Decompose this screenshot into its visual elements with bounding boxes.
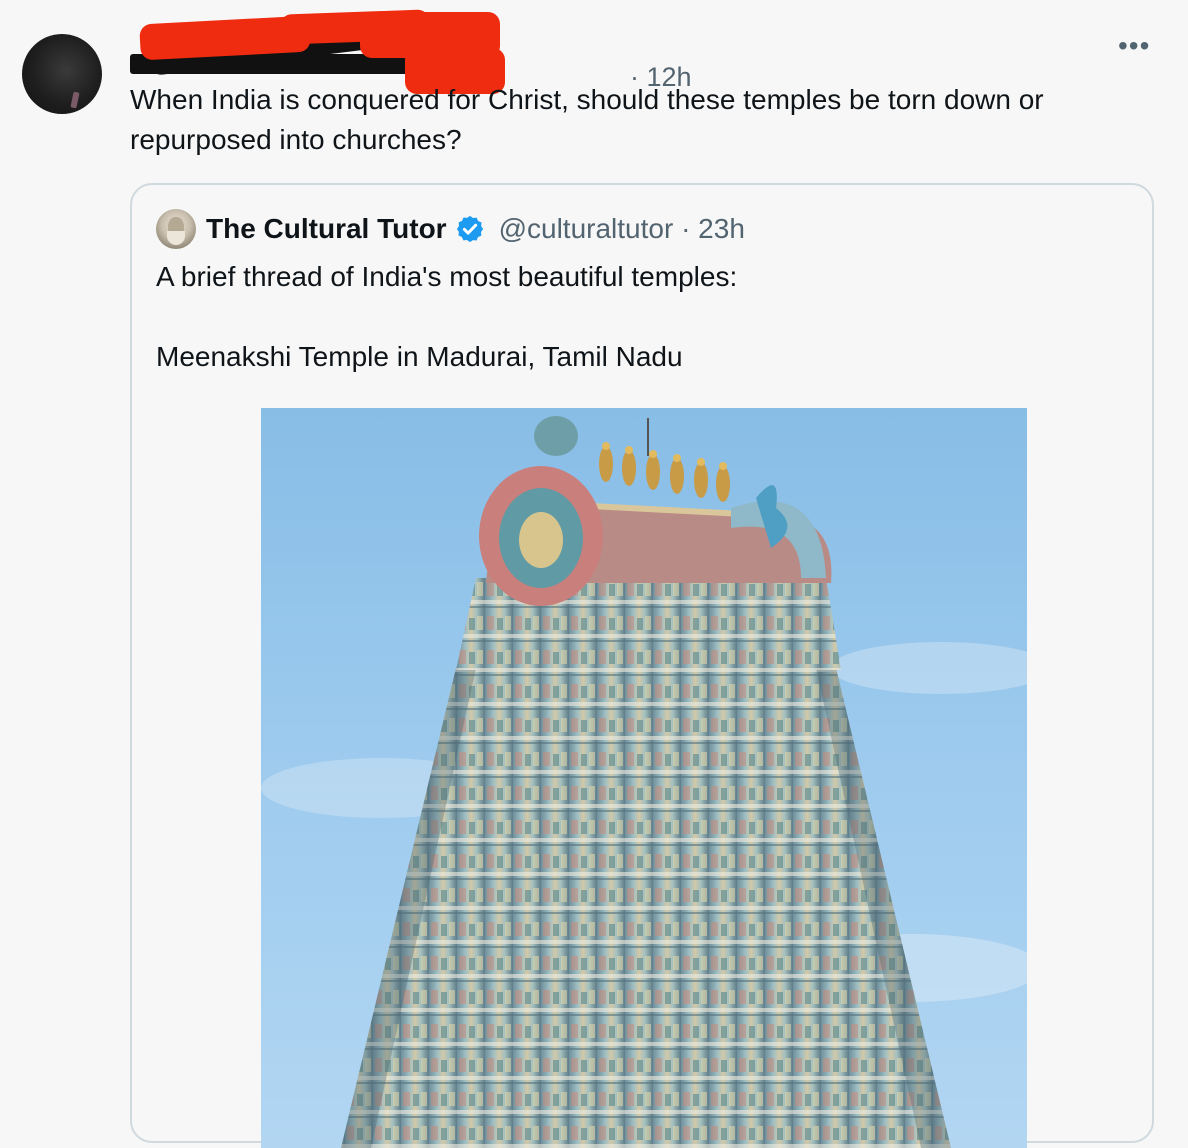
quoted-text-line-1: A brief thread of India's most beautiful… [156, 261, 738, 292]
tweet-text: When India is conquered for Christ, shou… [130, 84, 1044, 155]
user-avatar[interactable] [22, 34, 102, 114]
avatar-beard [167, 231, 185, 245]
quoted-display-name[interactable]: The Cultural Tutor [206, 213, 447, 245]
quoted-tweet-card[interactable]: The Cultural Tutor @culturaltutor · 23h … [130, 183, 1154, 1148]
quoted-tweet-header: The Cultural Tutor @culturaltutor · 23h [206, 209, 745, 249]
tweet-header: · 12h [130, 9, 1030, 94]
more-horizontal-icon[interactable]: ••• [1118, 32, 1150, 60]
temple-photo[interactable] [261, 408, 1027, 1148]
quoted-text-line-2: Meenakshi Temple in Madurai, Tamil Nadu [156, 341, 683, 372]
avatar-detail [70, 91, 80, 109]
verified-badge-icon [456, 215, 483, 243]
quoted-handle-time[interactable]: @culturaltutor · 23h [499, 213, 745, 245]
tweet[interactable]: · 12h ••• When India is conquered for Ch… [0, 0, 1188, 1148]
quoted-tweet-text: A brief thread of India's most beautiful… [156, 257, 1116, 377]
quoted-user-avatar[interactable] [156, 209, 196, 249]
temple-gopuram-illustration [261, 416, 1027, 1148]
